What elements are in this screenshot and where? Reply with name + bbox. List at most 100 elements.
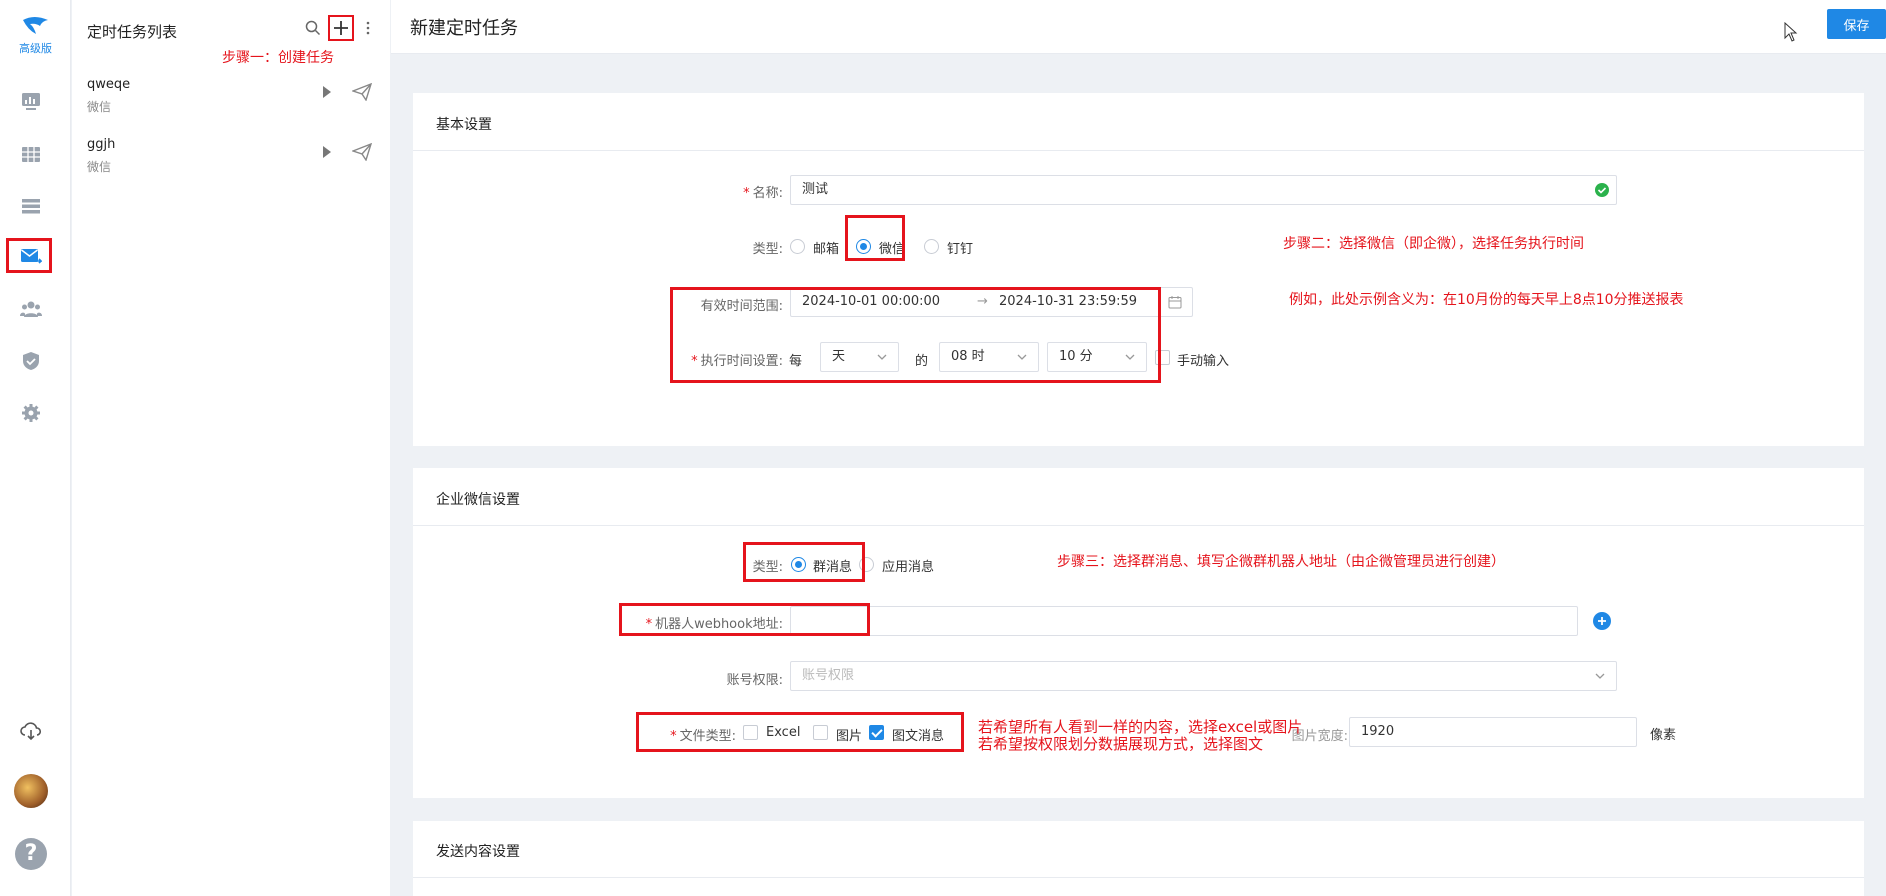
plus-icon xyxy=(334,21,348,35)
range-separator: → xyxy=(977,294,988,309)
step2-annotation: 步骤二：选择微信（即企微），选择任务执行时间 xyxy=(1283,236,1584,252)
exec-unit-select[interactable]: 天 xyxy=(820,342,899,372)
manual-input-label: 手动输入 xyxy=(1177,354,1230,369)
users-icon[interactable] xyxy=(18,296,44,322)
range-start: 2024-10-01 00:00:00 xyxy=(802,294,941,309)
cloud-download-icon[interactable] xyxy=(18,718,44,744)
file-type-rich-checkbox[interactable] xyxy=(869,725,884,740)
avatar[interactable] xyxy=(14,774,48,808)
exec-unit-value: 天 xyxy=(832,349,846,364)
type-option-dingtalk: 钉钉 xyxy=(947,242,974,257)
wecom-type-label: 类型: xyxy=(752,560,783,575)
exec-minute-value: 10 分 xyxy=(1059,349,1093,364)
page-title: 新建定时任务 xyxy=(410,18,518,39)
chevron-down-icon xyxy=(1125,354,1135,360)
basic-settings-card: 基本设置 * 名称: 测试 类型: 邮箱 微信 钉钉 步骤二：选择微信（即企微），… xyxy=(413,93,1864,446)
icon-rail: 高级版 ? xyxy=(0,0,71,896)
date-range-picker[interactable]: 2024-10-01 00:00:00 → 2024-10-31 23:59:5… xyxy=(790,287,1193,317)
gear-icon[interactable] xyxy=(18,400,44,426)
divider xyxy=(413,525,1864,526)
check-circle-icon xyxy=(1595,183,1609,197)
range-label: 有效时间范围: xyxy=(700,299,783,314)
account-placeholder: 账号权限 xyxy=(802,668,855,683)
task-item[interactable]: ggjh 微信 xyxy=(87,137,382,185)
more-icon[interactable] xyxy=(365,20,371,36)
card-title: 基本设置 xyxy=(436,117,492,133)
list-icon[interactable] xyxy=(18,193,44,219)
exec-label: * 执行时间设置: xyxy=(691,354,783,369)
exec-minute-select[interactable]: 10 分 xyxy=(1047,342,1147,372)
active-nav-highlight xyxy=(6,238,52,273)
wecom-settings-card: 企业微信设置 类型: 群消息 应用消息 步骤三：选择群消息、填写企微群机器人地址… xyxy=(413,468,1864,798)
type-option-wechat: 微信 xyxy=(879,242,906,257)
task-name: qweqe xyxy=(87,77,131,92)
panel-title: 定时任务列表 xyxy=(87,23,178,41)
help-icon[interactable]: ? xyxy=(15,838,47,870)
file-type-note-line2: 若希望按权限划分数据展现方式，选择图文 xyxy=(978,735,1264,753)
webhook-label: * 机器人webhook地址: xyxy=(645,617,783,632)
save-button[interactable]: 保存 xyxy=(1827,9,1886,39)
wecom-type-option-group: 群消息 xyxy=(813,560,853,575)
account-label: 账号权限: xyxy=(726,673,783,688)
chevron-down-icon xyxy=(1595,673,1605,679)
divider xyxy=(413,150,1864,151)
step3-annotation: 步骤三：选择群消息、填写企微群机器人地址（由企微管理员进行创建） xyxy=(1057,554,1505,570)
task-item[interactable]: qweqe 微信 xyxy=(87,77,382,125)
width-unit: 像素 xyxy=(1650,728,1677,743)
logo-text: 高级版 xyxy=(19,42,52,55)
exec-hour-value: 08 时 xyxy=(951,349,985,364)
main-area: 新建定时任务 保存 基本设置 * 名称: 测试 类型: 邮箱 微信 钉钉 步骤二：… xyxy=(391,0,1886,896)
chevron-down-icon xyxy=(1017,354,1027,360)
file-type-image-label: 图片 xyxy=(836,729,863,744)
exec-hour-select[interactable]: 08 时 xyxy=(939,342,1039,372)
logo-icon xyxy=(22,17,48,34)
logo[interactable]: 高级版 xyxy=(0,14,71,56)
task-name: ggjh xyxy=(87,137,116,152)
add-task-button[interactable] xyxy=(328,15,354,41)
name-label: * 名称: xyxy=(743,186,783,201)
send-icon[interactable] xyxy=(352,143,372,161)
send-content-card: 发送内容设置 xyxy=(413,821,1864,896)
table-icon[interactable] xyxy=(18,141,44,167)
webhook-input[interactable] xyxy=(790,606,1578,636)
image-width-input[interactable]: 1920 xyxy=(1349,717,1637,747)
file-type-rich-label: 图文消息 xyxy=(892,729,945,744)
calendar-icon xyxy=(1168,296,1182,309)
file-type-excel-label: Excel xyxy=(766,725,801,740)
range-end: 2024-10-31 23:59:59 xyxy=(999,294,1138,309)
play-icon[interactable] xyxy=(322,85,332,99)
step1-annotation: 步骤一：创建任务 xyxy=(222,50,334,66)
shield-icon[interactable] xyxy=(18,348,44,374)
account-permission-select[interactable]: 账号权限 xyxy=(790,661,1617,691)
task-type: 微信 xyxy=(87,160,112,174)
search-icon[interactable] xyxy=(305,20,321,36)
name-input[interactable]: 测试 xyxy=(790,175,1617,205)
exec-of: 的 xyxy=(915,354,929,369)
exec-every: 每 xyxy=(789,354,803,369)
task-list-panel: 定时任务列表 步骤一：创建任务 qweqe 微信 ggjh 微信 xyxy=(72,0,390,896)
file-type-label: * 文件类型: xyxy=(670,729,736,744)
wecom-type-option-app: 应用消息 xyxy=(882,560,935,575)
top-bar: 新建定时任务 保存 xyxy=(391,0,1886,54)
manual-input-checkbox[interactable] xyxy=(1155,350,1170,365)
task-type: 微信 xyxy=(87,100,112,114)
type-label: 类型: xyxy=(752,242,783,257)
wecom-type-radio-group[interactable] xyxy=(791,557,806,572)
mouse-cursor-icon xyxy=(1784,22,1798,42)
send-icon[interactable] xyxy=(352,83,372,101)
monitor-icon[interactable] xyxy=(18,88,44,114)
wecom-type-radio-app[interactable] xyxy=(859,557,874,572)
example-annotation: 例如，此处示例含义为：在10月份的每天早上8点10分推送报表 xyxy=(1289,292,1684,308)
card-title: 发送内容设置 xyxy=(436,844,520,860)
add-webhook-button[interactable] xyxy=(1593,612,1611,630)
play-icon[interactable] xyxy=(322,145,332,159)
card-title: 企业微信设置 xyxy=(436,492,520,508)
type-radio-dingtalk[interactable] xyxy=(924,239,939,254)
type-radio-wechat[interactable] xyxy=(856,239,871,254)
file-type-excel-checkbox[interactable] xyxy=(743,725,758,740)
file-type-image-checkbox[interactable] xyxy=(813,725,828,740)
plus-icon xyxy=(1598,617,1606,625)
chevron-down-icon xyxy=(877,354,887,360)
type-radio-email[interactable] xyxy=(790,239,805,254)
divider xyxy=(413,877,1864,878)
